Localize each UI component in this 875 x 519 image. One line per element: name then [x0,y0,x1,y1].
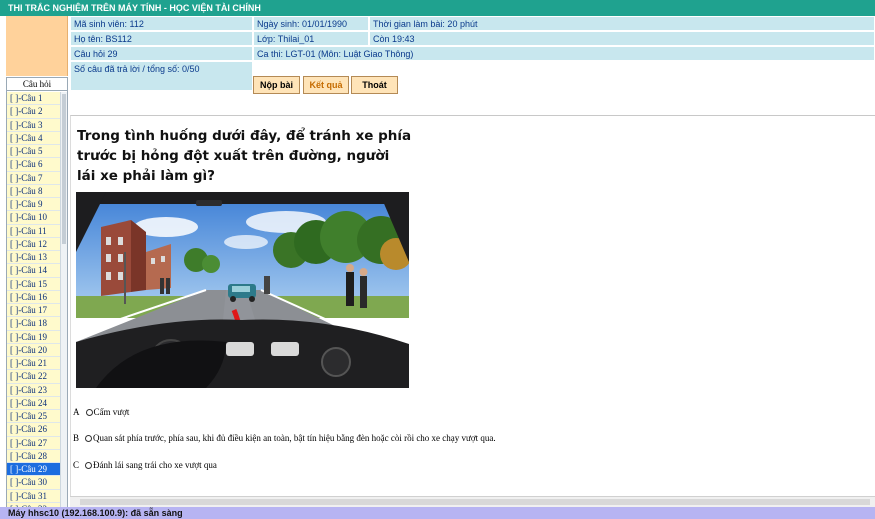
sidebar-item-question-31[interactable]: [ ]-Câu 31 [7,489,61,503]
sidebar-item-question-2[interactable]: [ ]-Câu 2 [7,105,61,119]
sidebar-item-question-18[interactable]: [ ]-Câu 18 [7,317,61,331]
question-text: Trong tình huống dưới đây, để tránh xe p… [77,128,412,184]
sidebar-item-question-26[interactable]: [ ]-Câu 26 [7,423,61,437]
app-title: THI TRẮC NGHIỆM TRÊN MÁY TÍNH - HỌC VIỆN… [0,0,875,16]
sidebar-item-question-22[interactable]: [ ]-Câu 22 [7,370,61,384]
question-list-header: Câu hỏi [7,78,67,91]
sidebar-item-question-17[interactable]: [ ]-Câu 17 [7,304,61,318]
sidebar-item-question-9[interactable]: [ ]-Câu 9 [7,198,61,212]
sidebar-item-question-21[interactable]: [ ]-Câu 21 [7,357,61,371]
answer-a-letter: A [73,407,80,417]
sidebar-item-question-13[interactable]: [ ]-Câu 13 [7,251,61,265]
answer-a-radio[interactable] [85,409,93,416]
question-list-scrollbar[interactable] [60,92,67,507]
status-bar: Máy hhsc10 (192.168.100.9): đã sẵn sàng [0,507,875,519]
logo-panel [6,16,68,76]
sidebar-item-question-30[interactable]: [ ]-Câu 30 [7,476,61,490]
sidebar-item-question-5[interactable]: [ ]-Câu 5 [7,145,61,159]
sidebar-item-question-15[interactable]: [ ]-Câu 15 [7,277,61,291]
sidebar-item-question-27[interactable]: [ ]-Câu 27 [7,436,61,450]
exam-session: Ca thi: LGT-01 (Môn: Luật Giao Thông) [253,46,875,61]
sidebar-item-question-14[interactable]: [ ]-Câu 14 [7,264,61,278]
answer-b-text: Quan sát phía trước, phía sau, khi đủ đi… [93,433,496,443]
sidebar-item-question-25[interactable]: [ ]-Câu 25 [7,410,61,424]
student-id: Mã sinh viên: 112 [70,16,253,31]
sidebar-item-question-19[interactable]: [ ]-Câu 19 [7,330,61,344]
student-name: Họ tên: BS112 [70,31,253,46]
question-list-panel: Câu hỏi [ ]-Câu 1[ ]-Câu 2[ ]-Câu 3[ ]-C… [6,77,68,508]
answer-a-text: Cấm vượt [93,407,130,417]
sidebar-item-question-28[interactable]: [ ]-Câu 28 [7,449,61,463]
class-name: Lớp: Thilai_01 [253,31,369,46]
sidebar-item-question-24[interactable]: [ ]-Câu 24 [7,396,61,410]
exam-duration: Thời gian làm bài: 20 phút [369,16,875,31]
sidebar-item-question-4[interactable]: [ ]-Câu 4 [7,131,61,145]
answer-a[interactable]: A Cấm vượt [73,406,129,418]
scrollbar-thumb[interactable] [62,94,66,244]
answer-c-radio[interactable] [85,462,93,469]
answer-c-letter: C [73,460,80,470]
question-list: [ ]-Câu 1[ ]-Câu 2[ ]-Câu 3[ ]-Câu 4[ ]-… [7,92,61,507]
date-of-birth: Ngày sinh: 01/01/1990 [253,16,369,31]
time-remaining: Còn 19:43 [369,31,875,46]
submit-button[interactable]: Nộp bài [253,76,300,94]
sidebar-item-question-29[interactable]: [ ]-Câu 29 [7,463,61,477]
exit-button[interactable]: Thoát [351,76,398,94]
answer-c-text: Đánh lái sang trái cho xe vượt qua [93,460,217,470]
question-area: Trong tình huống dưới đây, để tránh xe p… [70,115,875,496]
question-image [76,192,409,388]
answered-count: Số câu đã trả lời / tổng số: 0/50 [70,61,253,91]
sidebar-item-question-1[interactable]: [ ]-Câu 1 [7,92,61,106]
answer-b-radio[interactable] [85,435,93,442]
sidebar-item-question-6[interactable]: [ ]-Câu 6 [7,158,61,172]
sidebar-item-question-20[interactable]: [ ]-Câu 20 [7,343,61,357]
horizontal-scrollbar-thumb[interactable] [80,499,870,505]
sidebar-item-question-23[interactable]: [ ]-Câu 23 [7,383,61,397]
sidebar-item-question-3[interactable]: [ ]-Câu 3 [7,118,61,132]
sidebar-item-question-12[interactable]: [ ]-Câu 12 [7,237,61,251]
sidebar-item-question-11[interactable]: [ ]-Câu 11 [7,224,61,238]
horizontal-scrollbar[interactable] [70,496,875,507]
answer-c[interactable]: C Đánh lái sang trái cho xe vượt qua [73,459,217,471]
result-button[interactable]: Kết quả [303,76,349,94]
sidebar-item-question-16[interactable]: [ ]-Câu 16 [7,290,61,304]
answer-b[interactable]: B Quan sát phía trước, phía sau, khi đủ đ… [73,432,496,444]
sidebar-item-question-7[interactable]: [ ]-Câu 7 [7,171,61,185]
sidebar-item-question-10[interactable]: [ ]-Câu 10 [7,211,61,225]
current-question: Câu hỏi 29 [70,46,253,61]
answer-b-letter: B [73,433,80,443]
sidebar-item-question-8[interactable]: [ ]-Câu 8 [7,184,61,198]
